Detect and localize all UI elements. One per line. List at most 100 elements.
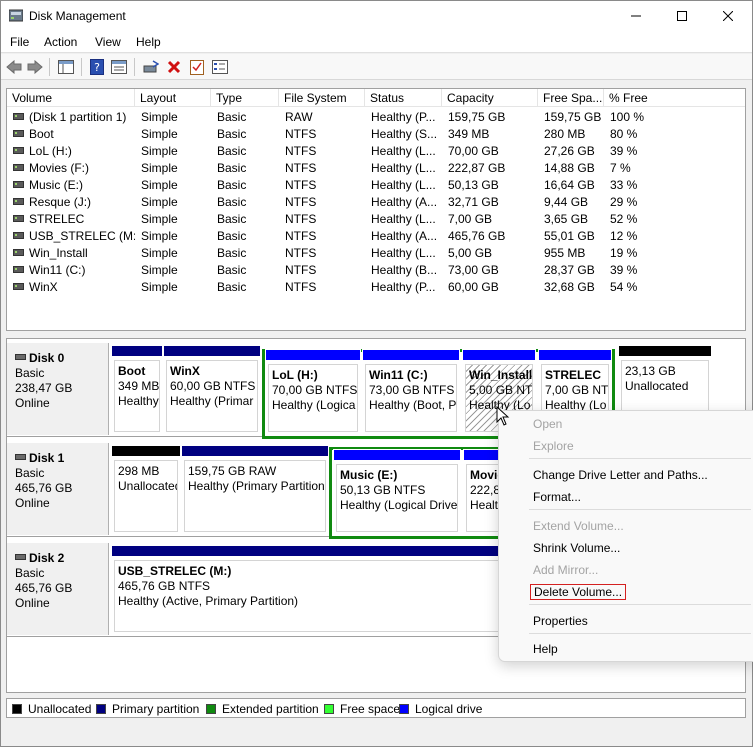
menu-action[interactable]: Action [44, 35, 77, 49]
menu-help[interactable]: Help [136, 35, 161, 49]
context-menu-delete-volume[interactable]: Delete Volume... [530, 582, 627, 602]
legend-label: Logical drive [415, 702, 483, 716]
legend-label: Free space [340, 702, 401, 716]
connect-disk-button[interactable] [141, 57, 161, 77]
table-row[interactable]: Boot Simple Basic NTFS Healthy (S... 349 MB 28… [7, 126, 745, 143]
forward-button[interactable] [25, 57, 45, 77]
column-header-free-space[interactable]: Free Spa... [538, 89, 604, 107]
forward-arrow-icon [27, 60, 43, 74]
volume-list[interactable]: Volume Layout Type File System Status Ca… [6, 88, 746, 331]
column-header-type[interactable]: Type [211, 89, 279, 107]
properties-view-button[interactable] [109, 57, 129, 77]
context-menu-format[interactable]: Format... [533, 487, 581, 507]
table-cell: NTFS [285, 178, 317, 192]
volume-name: Win11 (C:) [29, 263, 86, 277]
table-row[interactable]: Resque (J:) Simple Basic NTFS Healthy (A... 3… [7, 194, 745, 211]
maximize-button[interactable] [659, 1, 705, 31]
context-menu-separator [529, 604, 751, 605]
table-cell: 3,65 GB [544, 212, 589, 226]
close-button[interactable] [705, 1, 751, 31]
context-menu-add-mirror[interactable]: Add Mirror... [533, 560, 598, 580]
table-row[interactable]: LoL (H:) Simple Basic NTFS Healthy (L... 70,0… [7, 143, 745, 160]
disk-2-label[interactable]: Disk 2 Basic 465,76 GB Online [7, 543, 109, 635]
table-cell: 14,88 GB [544, 161, 595, 175]
context-menu-separator [529, 509, 751, 510]
partition-color-bar [181, 445, 329, 457]
table-row[interactable]: Win_Install Simple Basic NTFS Healthy (L... 5… [7, 245, 745, 262]
partition-boot[interactable]: Boot 349 MB Healthy [111, 345, 163, 435]
disk-connect-icon [143, 60, 159, 73]
partition-size: 70,00 GB NTFS [272, 383, 358, 397]
partition-body: Music (E:) 50,13 GB NTFS Healthy (Logica… [336, 464, 458, 532]
table-row[interactable]: Movies (F:) Simple Basic NTFS Healthy (L... 2… [7, 160, 745, 177]
context-menu-shrink-volume[interactable]: Shrink Volume... [533, 538, 620, 558]
menu-view[interactable]: View [95, 35, 121, 49]
table-cell: 52 % [610, 212, 638, 226]
table-cell: Boot [7, 126, 135, 143]
delete-button[interactable] [164, 57, 184, 77]
context-menu-change-drive-letter[interactable]: Change Drive Letter and Paths... [533, 465, 708, 485]
column-header-volume[interactable]: Volume [7, 89, 135, 107]
toolbar-separator [134, 58, 135, 76]
partition-unallocated-disk1[interactable]: 298 MB Unallocated [111, 445, 181, 535]
table-row[interactable]: USB_STRELEC (M:) Simple Basic NTFS Healthy (… [7, 228, 745, 245]
disk-name: Disk 1 [29, 451, 65, 465]
check-properties-button[interactable] [187, 57, 207, 77]
partition-body: WinX 60,00 GB NTFS Healthy (Primar [166, 360, 258, 432]
context-menu-properties[interactable]: Properties [533, 611, 588, 631]
table-cell: 32,71 GB [448, 195, 499, 209]
table-row[interactable]: WinX Simple Basic NTFS Healthy (P... 60,00 GB… [7, 279, 745, 296]
disk-type: Basic [15, 366, 45, 380]
table-row[interactable]: Win11 (C:) Simple Basic NTFS Healthy (B... 73… [7, 262, 745, 279]
column-header-file-system[interactable]: File System [279, 89, 365, 107]
minimize-icon [631, 15, 641, 17]
back-button[interactable] [4, 57, 24, 77]
column-header-status[interactable]: Status [365, 89, 442, 107]
title-bar: Disk Management [1, 1, 752, 31]
partition-winx[interactable]: WinX 60,00 GB NTFS Healthy (Primar [163, 345, 261, 435]
table-cell: Simple [141, 110, 178, 124]
partition-size: 298 MB [118, 464, 160, 478]
table-cell: Healthy (A... [371, 195, 438, 209]
volume-name: USB_STRELEC (M:) [29, 229, 135, 243]
disk-size: 465,76 GB [15, 481, 73, 495]
partition-music[interactable]: Music (E:) 50,13 GB NTFS Healthy (Logica… [333, 449, 461, 535]
volume-list-header: Volume Layout Type File System Status Ca… [7, 89, 745, 107]
table-cell: 50,13 GB [448, 178, 499, 192]
partition-body: 298 MB Unallocated [114, 460, 178, 532]
column-header-capacity[interactable]: Capacity [442, 89, 538, 107]
properties-icon [212, 60, 228, 74]
table-cell: Simple [141, 195, 178, 209]
partition-lol[interactable]: LoL (H:) 70,00 GB NTFS Healthy (Logica [265, 349, 361, 435]
table-cell: Basic [217, 144, 247, 158]
table-cell: NTFS [285, 212, 317, 226]
partition-status: Unallocated [625, 379, 689, 393]
partition-size: 73,00 GB NTFS [369, 383, 455, 397]
help-button[interactable]: ? [87, 57, 107, 77]
table-row[interactable]: (Disk 1 partition 1) Simple Basic RAW Health… [7, 109, 745, 126]
column-header-layout[interactable]: Layout [135, 89, 211, 107]
disk-management-app-icon [9, 9, 23, 22]
context-menu-help[interactable]: Help [533, 639, 558, 659]
disk-0-label[interactable]: Disk 0 Basic 238,47 GB Online [7, 343, 109, 435]
table-cell: WinX [7, 279, 135, 296]
table-row[interactable]: STRELEC Simple Basic NTFS Healthy (L... 7,00 … [7, 211, 745, 228]
minimize-button[interactable] [613, 1, 659, 31]
disk-1-label[interactable]: Disk 1 Basic 465,76 GB Online [7, 443, 109, 535]
table-row[interactable]: Music (E:) Simple Basic NTFS Healthy (L... 50… [7, 177, 745, 194]
show-console-tree-button[interactable] [56, 57, 76, 77]
disk-size: 238,47 GB [15, 381, 73, 395]
context-menu-extend-volume[interactable]: Extend Volume... [533, 516, 624, 536]
context-menu-explore[interactable]: Explore [533, 436, 574, 456]
partition-color-bar [163, 345, 261, 357]
context-menu-open[interactable]: Open [533, 414, 562, 434]
column-header-percent-free[interactable]: % Free [604, 89, 745, 107]
properties-button[interactable] [210, 57, 230, 77]
partition-win11[interactable]: Win11 (C:) 73,00 GB NTFS Healthy (Boot, … [362, 349, 460, 435]
table-cell: Basic [217, 127, 247, 141]
menu-file[interactable]: File [10, 35, 29, 49]
table-cell: Healthy (L... [371, 178, 436, 192]
partition-disk1-raw[interactable]: 159,75 GB RAW Healthy (Primary Partition [181, 445, 329, 535]
partition-body: LoL (H:) 70,00 GB NTFS Healthy (Logica [268, 364, 358, 432]
volume-icon [13, 232, 24, 239]
